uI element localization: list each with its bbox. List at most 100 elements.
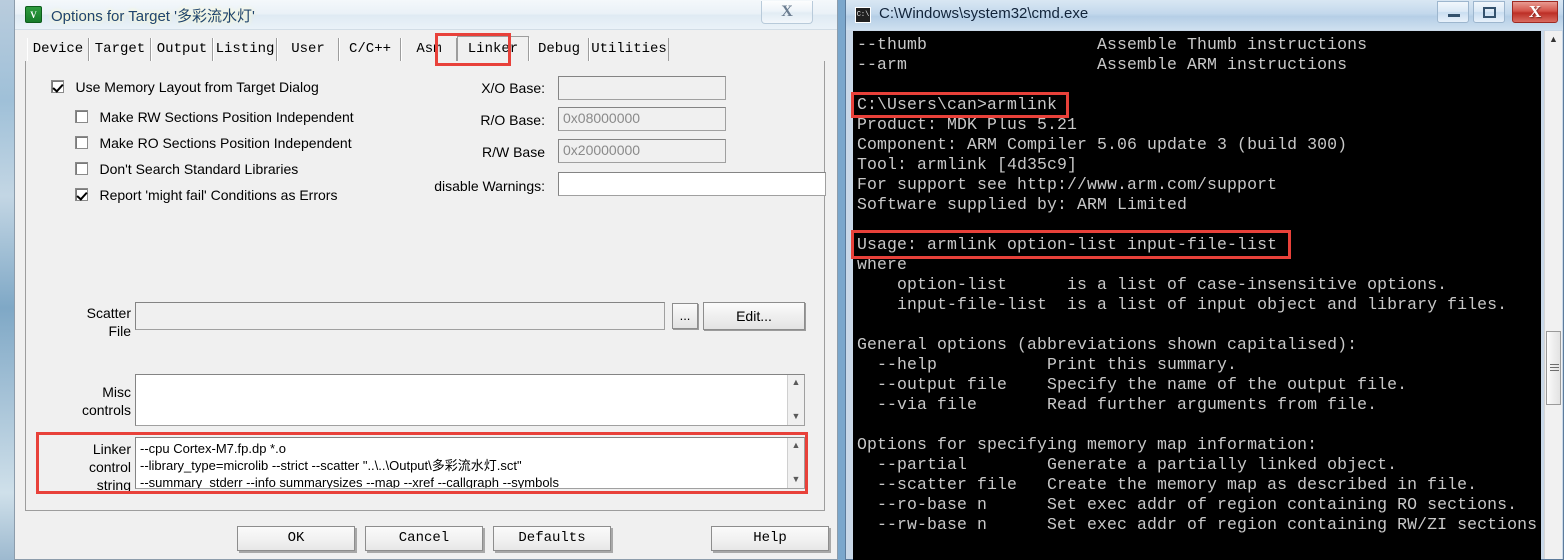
console-line: --scatter file Create the memory map as …: [857, 475, 1478, 494]
console-line: --via file Read further arguments from f…: [857, 395, 1378, 414]
linker-control-string-label-line3: string: [96, 477, 131, 493]
xo-base-input[interactable]: [558, 76, 726, 100]
checkbox-make-rw-position-independent[interactable]: Make RW Sections Position Independent: [75, 108, 354, 126]
checkbox-label: Don't Search Standard Libraries: [99, 160, 299, 177]
tab-asm[interactable]: Asm: [401, 38, 457, 61]
misc-controls-label: Misc controls: [41, 383, 131, 419]
dialog-close-button[interactable]: X: [761, 1, 813, 24]
checkbox-report-might-fail-as-errors[interactable]: Report 'might fail' Conditions as Errors: [75, 186, 337, 204]
xo-base-label: X/O Base:: [481, 80, 545, 96]
console-line: input-file-list is a list of input objec…: [857, 295, 1508, 314]
linker-control-string-line-3: --summary_stderr --info summarysizes --m…: [140, 475, 559, 489]
ok-button[interactable]: OK: [237, 526, 355, 551]
linker-control-string-label-line1: Linker: [92, 441, 131, 457]
checkbox-box[interactable]: [51, 80, 64, 94]
console-line: For support see http://www.arm.com/suppo…: [857, 175, 1278, 194]
console-line: Product: MDK Plus 5.21: [857, 115, 1078, 134]
console-line: --help Print this summary.: [857, 355, 1238, 374]
scroll-down-icon[interactable]: ▼: [788, 472, 804, 488]
defaults-button[interactable]: Defaults: [493, 526, 611, 551]
cmd-close-button[interactable]: X: [1512, 1, 1558, 23]
tab-bar: Device Target Output Listing User C/C++ …: [25, 36, 825, 62]
console-icon: C:\: [855, 7, 871, 23]
close-icon: X: [781, 3, 793, 20]
cmd-minimize-button[interactable]: [1437, 1, 1469, 23]
linker-control-string-input[interactable]: --cpu Cortex-M7.fp.dp *.o --library_type…: [135, 437, 805, 489]
linker-control-string-line-1: --cpu Cortex-M7.fp.dp *.o: [140, 441, 286, 456]
tab-target[interactable]: Target: [89, 38, 151, 61]
screen: V Options for Target '多彩流水灯' X Device Ta…: [0, 0, 1564, 560]
checkbox-box[interactable]: [75, 188, 88, 202]
checkbox-box[interactable]: [75, 162, 88, 176]
scroll-up-icon[interactable]: ▲: [788, 438, 804, 454]
console-line: --ro-base n Set exec addr of region cont…: [857, 495, 1518, 514]
console-line: --arm Assemble ARM instructions: [857, 55, 1348, 74]
console-line: Options for specifying memory map inform…: [857, 435, 1318, 454]
console-line: Component: ARM Compiler 5.06 update 3 (b…: [857, 135, 1348, 154]
tab-user[interactable]: User: [277, 38, 339, 61]
disable-warnings-input[interactable]: [558, 172, 826, 196]
keil-uvision-icon: V: [25, 6, 42, 23]
scroll-down-icon[interactable]: ▼: [788, 409, 804, 425]
rw-base-input[interactable]: 0x20000000: [558, 139, 726, 163]
minimize-icon: [1448, 14, 1460, 17]
tab-debug[interactable]: Debug: [529, 38, 589, 61]
cmd-scrollbar-thumb[interactable]: [1546, 331, 1561, 405]
linker-control-string-line-2: --library_type=microlib --strict --scatt…: [140, 458, 522, 473]
tab-listing[interactable]: Listing: [213, 38, 277, 61]
dialog-title-bar: V Options for Target '多彩流水灯': [15, 0, 837, 30]
ro-base-label: R/O Base:: [480, 112, 545, 128]
scatter-file-label-line1: Scatter: [86, 305, 131, 321]
tab-c-cpp[interactable]: C/C++: [339, 38, 401, 61]
linker-control-string-label-line2: control: [88, 459, 131, 475]
checkbox-label: Report 'might fail' Conditions as Errors: [99, 186, 338, 203]
scatter-edit-button[interactable]: Edit...: [703, 302, 805, 330]
scatter-file-label-line2: File: [108, 323, 131, 339]
maximize-icon: [1483, 7, 1496, 18]
checkbox-label: Use Memory Layout from Target Dialog: [75, 78, 319, 95]
linker-control-string-scrollbar[interactable]: ▲ ▼: [787, 438, 804, 488]
checkbox-box[interactable]: [75, 136, 88, 150]
tab-output[interactable]: Output: [151, 38, 213, 61]
scroll-up-icon[interactable]: ▲: [788, 375, 804, 391]
linker-control-string-text: --cpu Cortex-M7.fp.dp *.o --library_type…: [140, 440, 786, 489]
scatter-browse-button[interactable]: ...: [672, 303, 698, 329]
console-line: General options (abbreviations shown cap…: [857, 335, 1358, 354]
checkbox-dont-search-standard-libraries[interactable]: Don't Search Standard Libraries: [75, 160, 298, 178]
scatter-file-label: Scatter File: [41, 304, 131, 340]
linker-control-string-label: Linker control string: [41, 440, 131, 494]
misc-controls-scrollbar[interactable]: ▲ ▼: [787, 375, 804, 425]
options-for-target-dialog: V Options for Target '多彩流水灯' X Device Ta…: [14, 0, 838, 560]
scrollbar-grip-icon: [1550, 364, 1559, 372]
rw-base-label: R/W Base: [481, 144, 545, 160]
dialog-title: Options for Target '多彩流水灯': [51, 8, 255, 25]
console-output[interactable]: --thumb Assemble Thumb instructions --ar…: [853, 31, 1541, 560]
checkbox-use-memory-layout[interactable]: Use Memory Layout from Target Dialog: [51, 78, 319, 96]
checkbox-box[interactable]: [75, 110, 88, 124]
cmd-title: C:\Windows\system32\cmd.exe: [879, 5, 1089, 22]
console-line: --thumb Assemble Thumb instructions: [857, 35, 1368, 54]
help-button[interactable]: Help: [711, 526, 829, 551]
tab-linker[interactable]: Linker: [457, 36, 529, 62]
disable-warnings-label: disable Warnings:: [434, 178, 545, 194]
checkbox-make-ro-position-independent[interactable]: Make RO Sections Position Independent: [75, 134, 352, 152]
cancel-button[interactable]: Cancel: [365, 526, 483, 551]
misc-controls-label-line2: controls: [81, 402, 131, 418]
console-line: option-list is a list of case-insensitiv…: [857, 275, 1448, 294]
console-line: --rw-base n Set exec addr of region cont…: [857, 515, 1538, 534]
console-line: --partial Generate a partially linked ob…: [857, 455, 1398, 474]
scroll-up-icon[interactable]: ▲: [1545, 31, 1562, 48]
console-line: --output file Specify the name of the ou…: [857, 375, 1408, 394]
cmd-maximize-button[interactable]: [1473, 1, 1505, 23]
tab-utilities[interactable]: Utilities: [589, 38, 669, 61]
misc-controls-input[interactable]: ▲ ▼: [135, 374, 805, 426]
scatter-file-input[interactable]: [135, 302, 665, 330]
ro-base-input[interactable]: 0x08000000: [558, 107, 726, 131]
tab-device[interactable]: Device: [27, 38, 89, 61]
checkbox-label: Make RW Sections Position Independent: [99, 108, 354, 125]
console-line-usage: Usage: armlink option-list input-file-li…: [857, 235, 1278, 254]
misc-controls-label-line1: Misc: [102, 384, 131, 400]
console-line-armlink-command: C:\Users\can>armlink: [857, 95, 1058, 114]
cmd-window: C:\ C:\Windows\system32\cmd.exe X --thum…: [845, 0, 1564, 560]
cmd-scrollbar[interactable]: ▲: [1544, 31, 1562, 559]
